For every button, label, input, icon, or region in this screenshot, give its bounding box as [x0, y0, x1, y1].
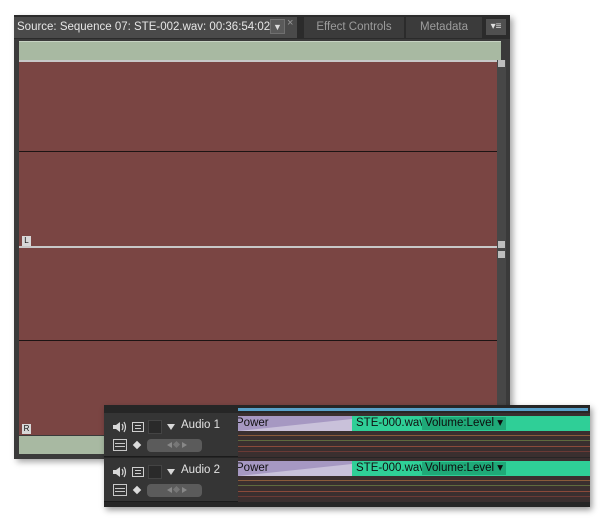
tab-effect-controls[interactable]: Effect Controls: [304, 17, 404, 38]
track-name: Audio 2: [181, 464, 221, 476]
keyframe-diamond-icon[interactable]: [132, 485, 142, 495]
next-keyframe-icon[interactable]: [182, 442, 187, 448]
clip-ste-000[interactable]: STE-000.wav Volume:Level ▾: [352, 416, 590, 431]
keyframe-navigator[interactable]: [147, 439, 202, 452]
clip-power[interactable]: Power: [238, 416, 352, 431]
clip-power[interactable]: Power: [238, 461, 352, 476]
collapse-triangle-icon[interactable]: [167, 469, 175, 475]
track-header-audio-2: Audio 2: [104, 458, 238, 502]
tab-effect-controls-label: Effect Controls: [316, 21, 392, 33]
timeline-audio-tracks: Audio 1 Power STE-000.wav Volume:Level ▾: [104, 405, 590, 507]
track-row-audio-1: Audio 1 Power STE-000.wav Volume:Level ▾: [104, 413, 590, 457]
speaker-icon[interactable]: [112, 421, 128, 433]
track-lock-toggle[interactable]: [148, 465, 162, 479]
audio-waveform-display[interactable]: L R: [19, 60, 497, 435]
waveform-line: [238, 480, 590, 481]
channel-divider: [19, 246, 497, 248]
clip-ste-000[interactable]: STE-000.wav Volume:Level ▾: [352, 461, 590, 476]
waveform-line: [238, 440, 590, 441]
track-lock-toggle[interactable]: [148, 420, 162, 434]
clip-power-label: Power: [238, 417, 269, 429]
waveform-line: [238, 446, 590, 447]
next-keyframe-icon[interactable]: [182, 487, 187, 493]
right-channel-midline: [19, 340, 497, 341]
track-row-audio-2: Audio 2 Power STE-000.wav Volume:Level ▾: [104, 458, 590, 502]
panel-menu-icon[interactable]: ▾≡: [486, 19, 506, 35]
clip-power-label: Power: [238, 462, 269, 474]
tab-source[interactable]: Source: Sequence 07: STE-002.wav: 00:36:…: [14, 17, 297, 38]
clip-name: STE-000.wav: [356, 462, 426, 474]
waveform-line: [238, 435, 590, 436]
keyframe-diamond-icon[interactable]: [132, 440, 142, 450]
track-clip-area[interactable]: Power STE-000.wav Volume:Level ▾: [238, 413, 590, 457]
channel-label-right: R: [22, 424, 31, 434]
waveform-line: [238, 451, 590, 452]
waveform-line: [238, 496, 590, 497]
collapse-triangle-icon[interactable]: [167, 424, 175, 430]
add-keyframe-icon[interactable]: [172, 485, 181, 494]
track-clip-area[interactable]: Power STE-000.wav Volume:Level ▾: [238, 458, 590, 502]
waveform-line: [238, 491, 590, 492]
waveform-line: [238, 485, 590, 486]
add-keyframe-icon[interactable]: [172, 440, 181, 449]
track-header-audio-1: Audio 1: [104, 413, 238, 457]
keyframe-navigator[interactable]: [147, 484, 202, 497]
panel-tab-bar: Source: Sequence 07: STE-002.wav: 00:36:…: [14, 15, 510, 39]
tab-source-label: Source: Sequence 07: STE-002.wav: 00:36:…: [17, 21, 271, 33]
clip-effect-dropdown[interactable]: Volume:Level ▾: [422, 417, 507, 430]
clip-effect-dropdown[interactable]: Volume:Level ▾: [422, 462, 507, 475]
scroll-handle-middle[interactable]: [498, 241, 505, 248]
source-dropdown-button[interactable]: ▼: [270, 19, 285, 34]
close-tab-icon[interactable]: ×: [287, 17, 293, 29]
scroll-handle-middle-2[interactable]: [498, 251, 505, 258]
channel-label-left: L: [22, 236, 31, 246]
tab-metadata[interactable]: Metadata: [406, 17, 482, 38]
clip-name: STE-000.wav: [356, 417, 426, 429]
timeline-work-area-bar: [238, 408, 588, 411]
prev-keyframe-icon[interactable]: [167, 487, 172, 493]
prev-keyframe-icon[interactable]: [167, 442, 172, 448]
track-name: Audio 1: [181, 419, 221, 431]
source-monitor-panel: Source: Sequence 07: STE-002.wav: 00:36:…: [14, 15, 510, 459]
tab-metadata-label: Metadata: [420, 21, 468, 33]
chevron-down-icon: ▼: [273, 22, 282, 32]
display-style-icon[interactable]: [113, 439, 127, 451]
display-style-icon[interactable]: [113, 484, 127, 496]
sync-lock-icon[interactable]: [132, 422, 144, 432]
sync-lock-icon[interactable]: [132, 467, 144, 477]
scroll-handle-top[interactable]: [498, 60, 505, 67]
time-ruler-top[interactable]: [19, 41, 501, 60]
left-channel-midline: [19, 151, 497, 152]
speaker-icon[interactable]: [112, 466, 128, 478]
waveform-top-line: [19, 60, 497, 62]
